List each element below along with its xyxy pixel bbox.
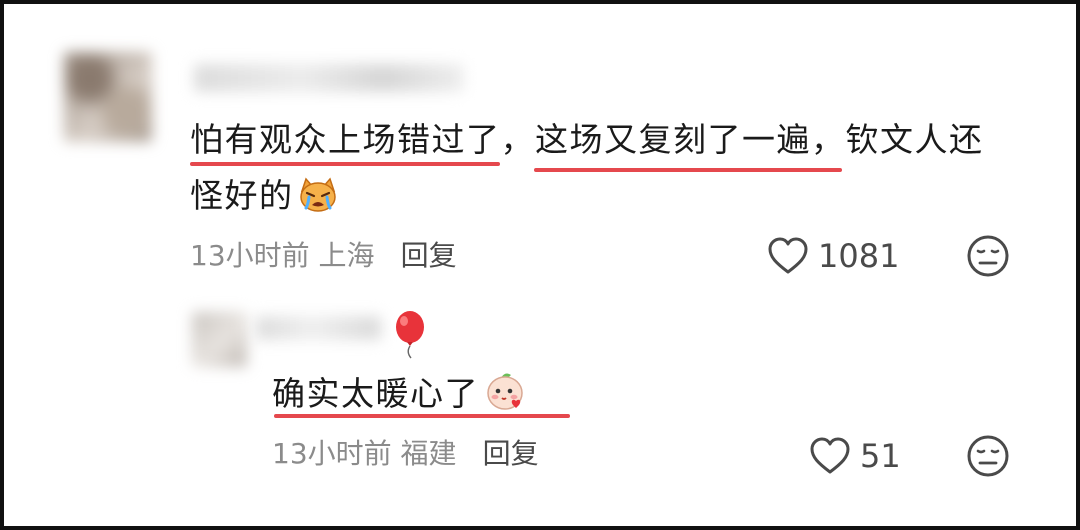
reply-button[interactable]: 回复 xyxy=(401,239,457,272)
avatar[interactable] xyxy=(192,312,247,367)
comment-thread-screenshot: 怕有观众上场错过了，这场又复刻了一遍，钦文人还 怪好的 13小时前 上海 回复 1… xyxy=(0,0,1080,530)
like-button[interactable]: 51 xyxy=(808,434,901,478)
reply-meta: 13小时前 福建 回复 xyxy=(272,434,539,474)
username-blurred[interactable] xyxy=(194,64,464,92)
crying-cat-emoji-icon xyxy=(298,177,338,213)
comment-time: 13小时前 xyxy=(190,239,310,272)
comment-text-line1: 怕有观众上场错过了，这场又复刻了一遍，钦文人还 xyxy=(190,120,984,159)
reply-time: 13小时前 xyxy=(272,437,392,470)
highlight-underline xyxy=(534,168,842,172)
like-count: 1081 xyxy=(818,237,900,275)
reply-location: 福建 xyxy=(400,437,457,470)
like-count: 51 xyxy=(860,437,901,475)
comment-text-line2: 怪好的 xyxy=(190,168,338,224)
comment-location: 上海 xyxy=(318,239,375,272)
blushing-peach-emoji-icon xyxy=(483,371,527,411)
username-blurred[interactable] xyxy=(256,316,381,340)
dislike-face-icon[interactable] xyxy=(966,234,1010,278)
reply-comment-content: 确实太暖心了 xyxy=(272,374,479,413)
like-button[interactable]: 1081 xyxy=(766,234,899,278)
reply-button[interactable]: 回复 xyxy=(483,437,539,470)
comment-meta: 13小时前 上海 回复 xyxy=(190,236,457,276)
dislike-face-icon[interactable] xyxy=(966,434,1010,478)
heart-icon xyxy=(808,436,852,476)
red-balloon-icon xyxy=(392,310,428,360)
comment-text-line2-content: 怪好的 xyxy=(190,176,294,215)
avatar[interactable] xyxy=(64,52,152,142)
heart-icon xyxy=(766,236,810,276)
highlight-underline xyxy=(274,414,570,418)
highlight-underline xyxy=(190,162,500,166)
